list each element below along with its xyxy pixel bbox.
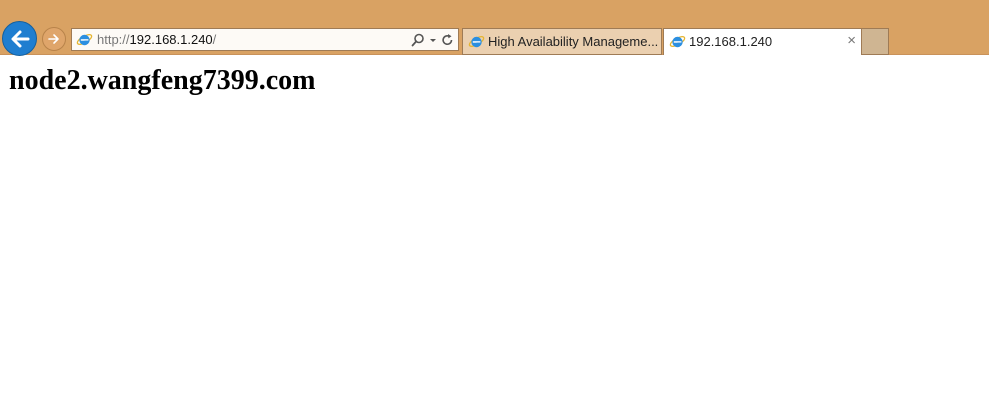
close-tab-icon[interactable]: × xyxy=(847,33,856,49)
address-bar[interactable]: http://192.168.1.240/ xyxy=(71,28,459,51)
ie-logo-icon xyxy=(669,35,686,48)
new-tab-button[interactable] xyxy=(862,28,889,55)
browser-chrome: http://192.168.1.240/ High Availability … xyxy=(0,0,989,56)
url-text[interactable]: http://192.168.1.240/ xyxy=(97,32,216,47)
search-icon[interactable] xyxy=(411,33,425,47)
tab-label: High Availability Manageme... xyxy=(488,34,659,49)
back-arrow-icon xyxy=(11,30,29,47)
page-content: node2.wangfeng7399.com xyxy=(0,55,989,107)
address-tools xyxy=(411,31,454,48)
refresh-icon[interactable] xyxy=(441,33,454,47)
tab-high-availability[interactable]: High Availability Manageme... xyxy=(462,28,662,55)
ie-logo-icon xyxy=(468,35,485,48)
ie-logo-icon xyxy=(76,33,93,46)
back-button[interactable] xyxy=(2,21,37,56)
tab-label: 192.168.1.240 xyxy=(689,34,773,49)
forward-arrow-icon xyxy=(48,34,59,44)
page-heading: node2.wangfeng7399.com xyxy=(9,65,316,96)
dropdown-icon[interactable] xyxy=(429,33,437,47)
tab-active-192-168-1-240[interactable]: 192.168.1.240 × xyxy=(663,28,862,55)
forward-button[interactable] xyxy=(42,27,66,51)
